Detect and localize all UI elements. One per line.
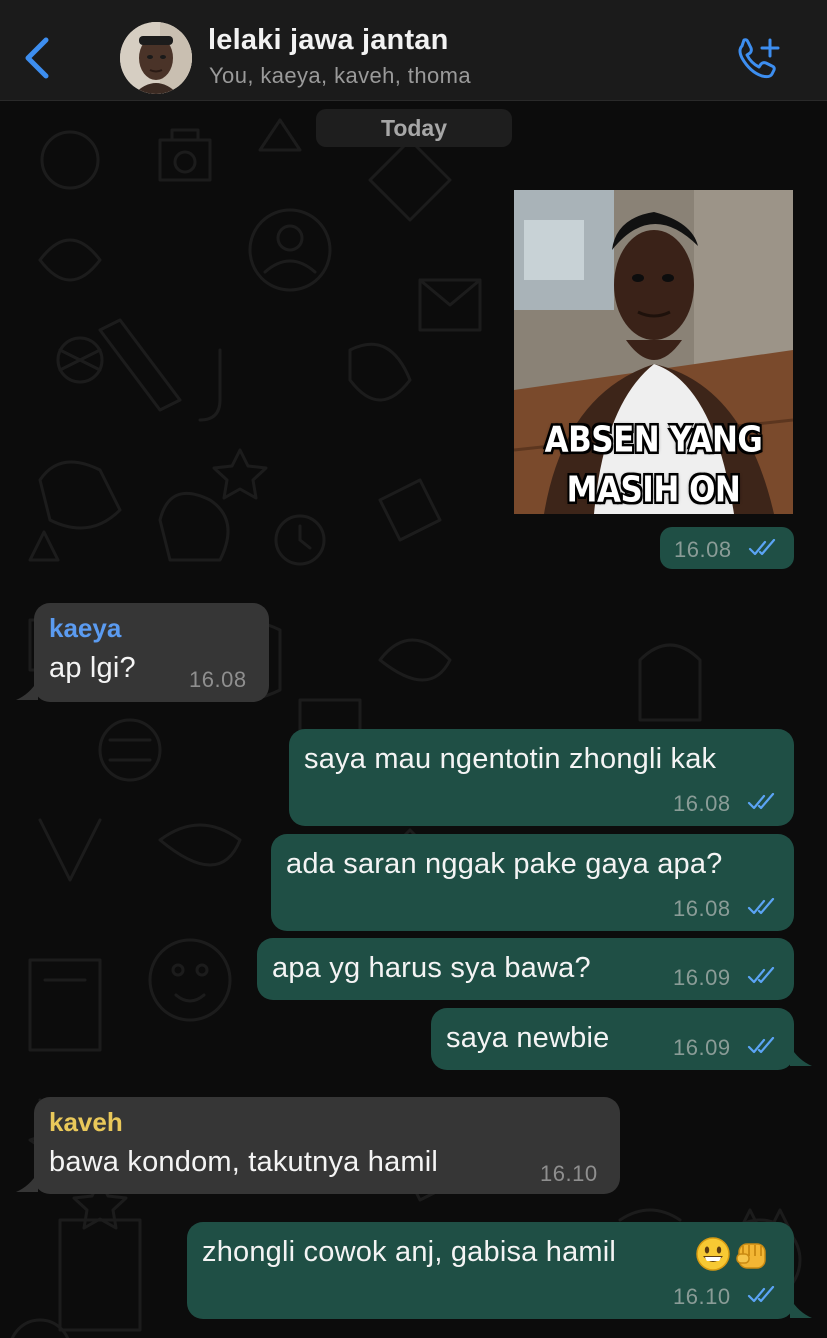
chat-screen: lelaki jawa jantan You, kaeya, kaveh, th… <box>0 0 827 1338</box>
sender-name: kaveh <box>49 1107 123 1137</box>
message-bubble-incoming[interactable]: kaveh bawa kondom, takutnya hamil 16.10 <box>34 1097 620 1194</box>
phone-plus-icon <box>738 38 780 79</box>
message-text: ada saran nggak pake gaya apa? <box>286 848 723 880</box>
message-bubble-incoming[interactable]: kaeya ap lgi? 16.08 <box>34 603 269 702</box>
meme-caption-line1: ABSEN YANG <box>544 419 763 461</box>
message-time: 16.08 <box>673 791 731 816</box>
chevron-left-icon <box>25 37 49 79</box>
message-time: 16.08 <box>189 667 247 692</box>
message-bubble-outgoing[interactable]: ada saran nggak pake gaya apa? 16.08 <box>271 834 794 931</box>
message-text: apa yg harus sya bawa? <box>272 952 591 984</box>
read-ticks-icon <box>747 1037 775 1054</box>
message-time: 16.08 <box>673 896 731 921</box>
group-members[interactable]: You, kaeya, kaveh, thoma <box>209 63 471 89</box>
bubble-tail <box>790 1046 812 1066</box>
grinning-face-icon <box>696 1237 730 1271</box>
oncoming-fist-icon <box>736 1243 766 1269</box>
group-avatar[interactable] <box>120 22 192 94</box>
back-button[interactable] <box>18 30 58 86</box>
message-text: saya newbie <box>446 1022 610 1054</box>
message-time: 16.09 <box>673 1035 731 1060</box>
message-text: zhongli cowok anj, gabisa hamil <box>202 1236 617 1268</box>
message-bubble-outgoing[interactable]: apa yg harus sya bawa? 16.09 <box>257 938 794 1000</box>
bubble-tail <box>790 1298 812 1318</box>
message-text: saya mau ngentotin zhongli kak <box>304 743 717 775</box>
read-ticks-icon <box>747 967 775 984</box>
chat-header: lelaki jawa jantan You, kaeya, kaveh, th… <box>0 0 827 101</box>
add-call-button[interactable] <box>732 34 782 80</box>
message-time: 16.09 <box>673 965 731 990</box>
group-title[interactable]: lelaki jawa jantan <box>208 24 449 57</box>
message-time: 16.10 <box>540 1161 598 1186</box>
meme-photo <box>514 190 793 514</box>
message-time: 16.08 <box>674 537 732 562</box>
person-photo-icon <box>120 22 192 94</box>
message-time: 16.10 <box>673 1284 731 1309</box>
date-divider: Today <box>316 109 512 147</box>
image-message-meta: 16.08 <box>660 527 794 569</box>
read-ticks-icon <box>747 1286 775 1303</box>
meme-caption-line2: MASIH ON <box>566 469 741 511</box>
read-ticks-icon <box>748 539 776 556</box>
message-text: bawa kondom, takutnya hamil <box>49 1146 439 1178</box>
read-ticks-icon <box>747 898 775 915</box>
read-ticks-icon <box>747 793 775 810</box>
message-text: ap lgi? <box>49 652 136 684</box>
message-bubble-outgoing[interactable]: saya mau ngentotin zhongli kak 16.08 <box>289 729 794 826</box>
sender-name: kaeya <box>49 613 122 643</box>
message-bubble-outgoing[interactable]: zhongli cowok anj, gabisa hamil 16.10 <box>187 1222 794 1319</box>
image-message[interactable]: ABSEN YANG MASIH ON <box>514 190 793 514</box>
message-bubble-outgoing[interactable]: saya newbie 16.09 <box>431 1008 794 1070</box>
